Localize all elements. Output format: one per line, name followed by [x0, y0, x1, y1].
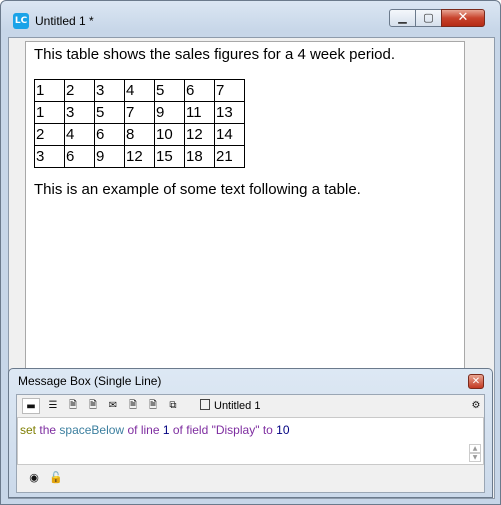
table-cell: 12: [184, 123, 215, 146]
maximize-button[interactable]: ▢: [415, 9, 442, 27]
scroll-up-icon[interactable]: ▲: [469, 444, 481, 453]
title-bar[interactable]: LC Untitled 1 * ▁ ▢ ✕: [1, 1, 500, 37]
table-cell: 1: [34, 79, 65, 102]
table-cell: 7: [214, 79, 245, 102]
table-cell: 3: [34, 145, 65, 168]
pending-messages-icon[interactable]: ✉: [104, 398, 122, 414]
table-cell: 8: [124, 123, 155, 146]
message-box-title: Message Box (Single Line): [18, 374, 162, 388]
message-box-toolbar: ▬ ☰ 🗎 🗎 ✉ 🗎 🗎 ⧉ Untitled 1 ⚙: [17, 395, 484, 417]
cmd-token: 1: [162, 423, 170, 437]
livecode-app-icon: LC: [13, 13, 29, 29]
table-cell: 6: [184, 79, 215, 102]
table-row: 3 6 9 12 15 18 21: [34, 145, 245, 168]
cmd-token: 10: [276, 423, 290, 437]
table-cell: 2: [64, 79, 95, 102]
table-row: 1234567: [34, 79, 245, 102]
table-cell: 18: [184, 145, 215, 168]
intro-text: This table shows the sales figures for a…: [34, 46, 396, 63]
table-cell: 5: [154, 79, 185, 102]
stack-selector[interactable]: Untitled 1: [200, 398, 260, 414]
table-cell: 10: [154, 123, 185, 146]
sales-table: 1 2 3 4 5 6 7 1 3 5 7 9 11 13 2 4 6 8 10 12 14 3 6 9 12 15 18 21: [34, 79, 245, 168]
minimize-icon: ▁: [398, 11, 407, 24]
window-title: Untitled 1 *: [35, 14, 94, 28]
cmd-token: field: [186, 423, 209, 437]
table-row: 1 3 5 7 9 11 13: [34, 101, 245, 124]
table-cell: 3: [64, 101, 95, 124]
close-button[interactable]: ✕: [441, 9, 485, 27]
message-box-statusbar: ◉ 🔓: [17, 465, 484, 491]
table-cell: 4: [124, 79, 155, 102]
table-cell: 5: [94, 101, 125, 124]
table-cell: 1: [34, 101, 65, 124]
single-line-icon[interactable]: ▬: [22, 398, 40, 414]
backscripts-icon[interactable]: 🗎: [144, 398, 162, 414]
table-cell: 6: [64, 145, 95, 168]
table-cell: 13: [214, 101, 245, 124]
message-box-window: Message Box (Single Line) ✕ ▬ ☰ 🗎 🗎 ✉ 🗎 …: [8, 368, 493, 498]
table-cell: 2: [34, 123, 65, 146]
cmd-token: set: [20, 423, 37, 437]
cmd-token: line: [140, 423, 160, 437]
table-cell: 14: [214, 123, 245, 146]
table-cell: 9: [154, 101, 185, 124]
command-text: set the spaceBelow of line 1 of field "D…: [20, 423, 290, 437]
close-icon: ✕: [457, 10, 469, 25]
cmd-token: spaceBelow: [59, 423, 125, 437]
global-variables-icon[interactable]: 🗎: [84, 398, 102, 414]
global-properties-icon[interactable]: 🗎: [64, 398, 82, 414]
table-cell: 11: [184, 101, 215, 124]
cmd-token: of: [127, 423, 138, 437]
cmd-token: of: [172, 423, 183, 437]
cmd-token: the: [39, 423, 57, 437]
multiple-lines-icon[interactable]: ☰: [44, 398, 62, 414]
table-cell: 21: [214, 145, 245, 168]
command-input[interactable]: set the spaceBelow of line 1 of field "D…: [17, 417, 484, 465]
message-box-body: ▬ ☰ 🗎 🗎 ✉ 🗎 🗎 ⧉ Untitled 1 ⚙ set the spa…: [16, 394, 485, 493]
table-cell: 6: [94, 123, 125, 146]
scroll-down-icon[interactable]: ▼: [469, 453, 481, 462]
table-cell: 7: [124, 101, 155, 124]
gear-icon[interactable]: ⚙: [467, 398, 485, 414]
table-cell: 12: [124, 145, 155, 168]
table-row: 2 4 6 8 10 12 14: [34, 123, 245, 146]
libraries-icon[interactable]: ⧉: [164, 398, 182, 414]
table-cell: 15: [154, 145, 185, 168]
minimize-button[interactable]: ▁: [389, 9, 416, 27]
stack-label: Untitled 1: [214, 400, 261, 412]
cmd-token: "Display": [211, 423, 260, 437]
command-scrollbar[interactable]: ▲ ▼: [469, 444, 481, 462]
target-icon[interactable]: ◉: [27, 471, 41, 485]
message-box-close-button[interactable]: ✕: [468, 374, 484, 389]
table-cell: 9: [94, 145, 125, 168]
table-cell: 4: [64, 123, 95, 146]
following-text: This is an example of some text followin…: [34, 181, 361, 198]
maximize-icon: ▢: [423, 11, 434, 24]
unlock-icon[interactable]: 🔓: [49, 471, 63, 485]
frontscripts-icon[interactable]: 🗎: [124, 398, 142, 414]
stack-icon: [200, 399, 210, 410]
cmd-token: to: [262, 423, 273, 437]
table-cell: 3: [94, 79, 125, 102]
